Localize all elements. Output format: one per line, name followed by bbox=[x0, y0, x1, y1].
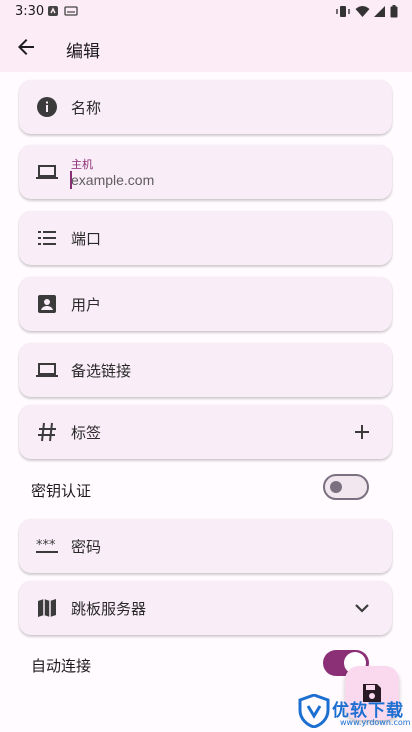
password-icon: *** bbox=[36, 538, 58, 553]
tags-field-label: 标签 bbox=[71, 424, 102, 442]
back-arrow-icon[interactable] bbox=[14, 35, 38, 59]
password-field-label: 密码 bbox=[71, 538, 102, 556]
info-icon bbox=[37, 97, 57, 117]
watermark: 优软下载 www.yrdown.com bbox=[298, 693, 411, 730]
host-field[interactable]: 主机 bbox=[19, 145, 392, 199]
switch-knob bbox=[330, 481, 342, 493]
watermark-subtext: www.yrdown.com bbox=[340, 718, 411, 727]
app-bar: 编辑 bbox=[0, 22, 412, 72]
page-title: 编辑 bbox=[66, 42, 100, 62]
status-bar: 3:30 bbox=[0, 0, 412, 22]
name-field-label: 名称 bbox=[71, 99, 102, 117]
tags-field[interactable]: 标签 bbox=[19, 405, 392, 459]
key-auth-switch[interactable] bbox=[323, 474, 369, 500]
user-field[interactable]: 用户 bbox=[19, 277, 392, 331]
contact-icon bbox=[38, 295, 56, 313]
hash-icon bbox=[38, 422, 56, 442]
keyboard-icon bbox=[64, 6, 78, 16]
host-input[interactable] bbox=[71, 172, 371, 188]
status-time: 3:30 bbox=[15, 4, 45, 19]
shield-logo-icon bbox=[298, 693, 330, 729]
plus-icon[interactable] bbox=[350, 420, 374, 444]
name-field[interactable]: 名称 bbox=[19, 80, 392, 134]
signal-icon bbox=[374, 6, 385, 17]
key-auth-label: 密钥认证 bbox=[31, 482, 92, 500]
battery-icon bbox=[390, 5, 398, 18]
auto-connect-label: 自动连接 bbox=[31, 657, 92, 675]
port-field-label: 端口 bbox=[71, 230, 102, 248]
laptop-icon bbox=[36, 363, 58, 377]
alt-link-field[interactable]: 备选链接 bbox=[19, 343, 392, 397]
svg-text:***: *** bbox=[36, 538, 56, 553]
user-field-label: 用户 bbox=[71, 296, 102, 314]
host-field-label: 主机 bbox=[71, 158, 93, 171]
map-icon bbox=[38, 599, 56, 617]
laptop-icon bbox=[36, 165, 58, 179]
alt-link-field-label: 备选链接 bbox=[71, 362, 132, 380]
port-field[interactable]: 端口 bbox=[19, 211, 392, 265]
jump-server-field-label: 跳板服务器 bbox=[71, 600, 147, 618]
wifi-icon bbox=[355, 6, 370, 17]
chevron-down-icon[interactable] bbox=[350, 596, 374, 620]
password-field[interactable]: *** 密码 bbox=[19, 519, 392, 573]
vibrate-icon bbox=[336, 6, 350, 17]
notification-icon bbox=[48, 6, 58, 16]
list-icon bbox=[38, 231, 56, 245]
jump-server-field[interactable]: 跳板服务器 bbox=[19, 581, 392, 635]
